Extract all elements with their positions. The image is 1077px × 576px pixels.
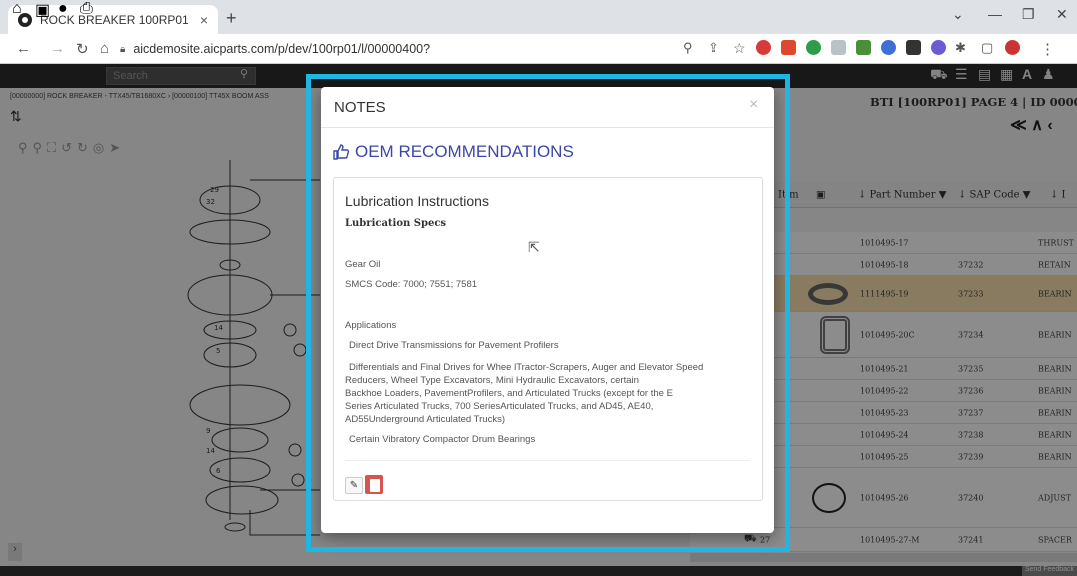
extension-red-icon[interactable] xyxy=(781,40,796,55)
profile-avatar[interactable] xyxy=(1005,40,1020,55)
bookmark-star-icon[interactable]: ☆ xyxy=(733,40,746,57)
tab-close-icon[interactable]: × xyxy=(200,12,208,28)
extension-dark-icon[interactable] xyxy=(906,40,921,55)
restore-button[interactable]: ❐ xyxy=(1022,6,1035,23)
side-panel-icon[interactable]: ▢ xyxy=(981,40,993,56)
home-icon[interactable]: ⌂ xyxy=(100,40,109,57)
extension-blue-icon[interactable] xyxy=(881,40,896,55)
browser-menu-icon[interactable]: ⋮ xyxy=(1040,40,1055,58)
extension-purple-icon[interactable] xyxy=(931,40,946,55)
back-arrow-icon[interactable]: ← xyxy=(16,40,31,57)
new-tab-button[interactable]: + xyxy=(226,8,237,29)
zoom-icon[interactable]: ⚲ xyxy=(683,40,693,56)
extension-check-icon[interactable] xyxy=(806,40,821,55)
history-icon[interactable]: ● xyxy=(58,0,68,18)
reload-icon[interactable]: ↻ xyxy=(76,40,89,58)
tab-search-chevron-icon[interactable]: ⌄ xyxy=(952,6,964,23)
extension-green-icon[interactable] xyxy=(856,40,871,55)
minimize-button[interactable]: — xyxy=(988,6,1002,22)
extension-grey-icon[interactable] xyxy=(831,40,846,55)
extensions-puzzle-icon[interactable]: ✱ xyxy=(955,40,966,56)
url-field[interactable]: 🔒︎ aicdemosite.aicparts.com/p/dev/100rp0… xyxy=(120,38,760,60)
home-icon[interactable]: ⌂ xyxy=(12,0,22,18)
print-icon[interactable]: ⎙ xyxy=(80,0,93,18)
focus-highlight-frame xyxy=(306,74,790,552)
picture-icon[interactable]: ▣ xyxy=(35,0,50,20)
adblock-extension-icon[interactable] xyxy=(756,40,771,55)
forward-arrow-icon[interactable]: → xyxy=(50,40,65,57)
share-icon[interactable]: ⇪ xyxy=(708,40,719,56)
url-text: aicdemosite.aicparts.com/p/dev/100rp01/l… xyxy=(133,42,431,56)
lock-icon: 🔒︎ xyxy=(120,43,126,55)
close-window-button[interactable]: ✕ xyxy=(1056,6,1068,23)
